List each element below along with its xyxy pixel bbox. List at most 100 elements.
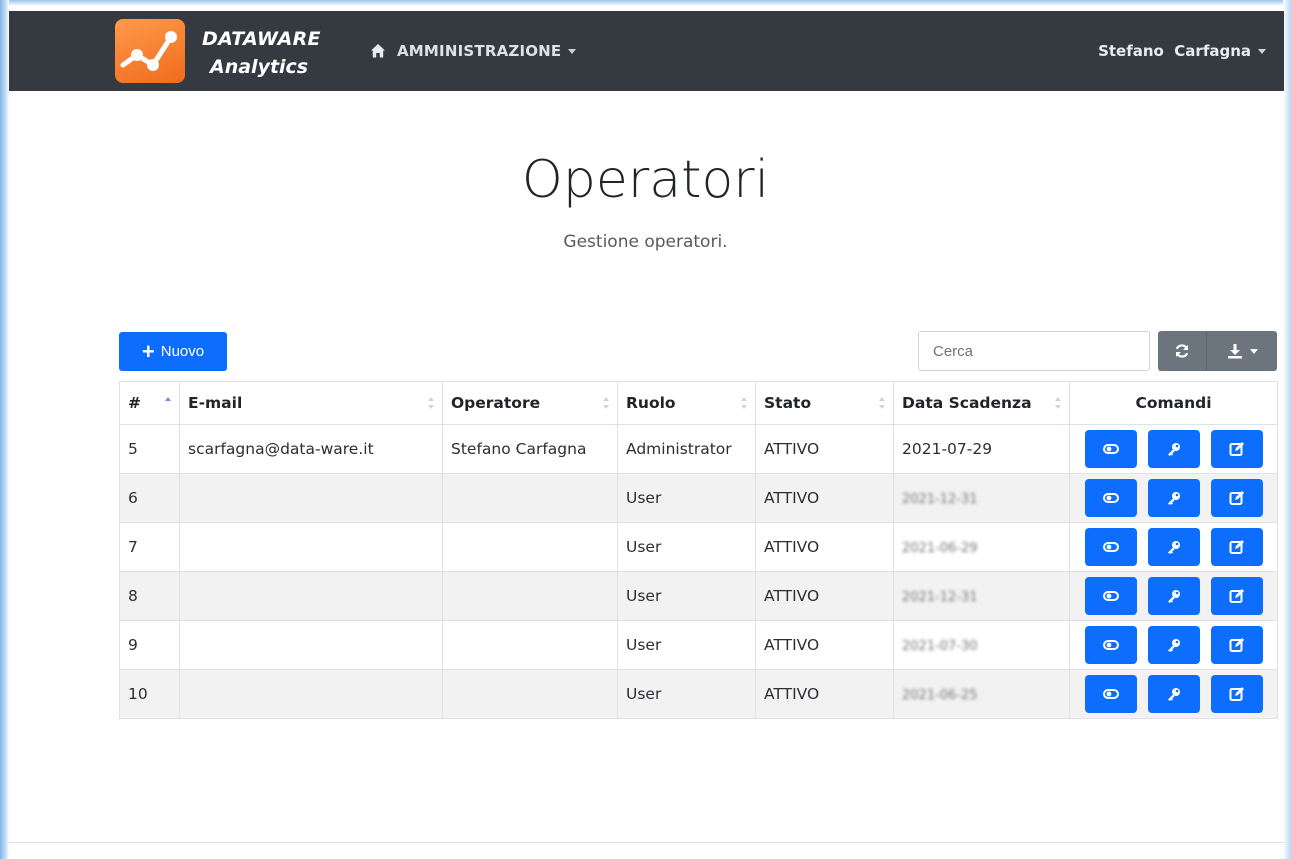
table-body: 5 scarfagna@data-ware.it Stefano Carfagna A… [119,424,1278,719]
key-icon [1166,539,1182,555]
footer-divider [9,842,1284,843]
cell-operator [442,473,618,523]
refresh-button[interactable] [1158,331,1207,371]
new-button-label: Nuovo [160,343,205,360]
cell-role: User [617,669,756,719]
column-header-operator[interactable]: Operatore [442,381,618,425]
window-edge-left [0,0,9,859]
expiry-date: 2021-06-29 [902,541,978,556]
edit-operator-button[interactable] [1210,479,1263,517]
expiry-date: 2021-06-25 [902,688,978,703]
column-header-commands: Comandi [1069,381,1278,425]
edit-operator-button[interactable] [1210,626,1263,664]
column-header-label: # [128,394,141,412]
user-menu[interactable]: Stefano Carfagna [1098,42,1266,60]
reset-password-button[interactable] [1147,430,1200,468]
edit-operator-button[interactable] [1210,675,1263,713]
page-subtitle: Gestione operatori. [563,232,728,252]
reset-password-button[interactable] [1147,577,1200,615]
cell-expiry: 2021-12-31 [893,473,1070,523]
table-row[interactable]: 10 User ATTIVO 2021-06-25 [119,669,1278,719]
edit-icon [1229,686,1245,702]
cell-expiry: 2021-06-25 [893,669,1070,719]
expiry-date: 2021-07-29 [902,440,993,458]
toggle-status-button[interactable] [1084,626,1137,664]
cell-id: 6 [119,473,180,523]
column-header-role[interactable]: Ruolo [617,381,756,425]
cell-role: User [617,473,756,523]
toggle-status-button[interactable] [1084,675,1137,713]
cell-expiry: 2021-07-30 [893,620,1070,670]
search-input[interactable] [918,331,1150,371]
cell-commands [1069,571,1278,621]
table-header-row: # E-mail Operatore Ruolo Stato Data Scad… [119,381,1278,425]
reset-password-button[interactable] [1147,479,1200,517]
home-icon[interactable] [370,43,386,59]
cell-role: User [617,522,756,572]
row-commands [1070,479,1277,517]
column-header-label: Stato [764,394,812,412]
edit-operator-button[interactable] [1210,430,1263,468]
edit-icon [1229,637,1245,653]
table-row[interactable]: 9 User ATTIVO 2021-07-30 [119,620,1278,670]
column-header-status[interactable]: Stato [755,381,894,425]
cell-operator [442,571,618,621]
column-header-expiry[interactable]: Data Scadenza [893,381,1070,425]
edit-icon [1229,588,1245,604]
toggle-icon [1102,686,1119,702]
cell-id: 9 [119,620,180,670]
key-icon [1166,490,1182,506]
cell-id: 10 [119,669,180,719]
toggle-icon [1102,441,1119,457]
cell-status: ATTIVO [755,424,894,474]
edit-operator-button[interactable] [1210,528,1263,566]
export-dropdown-button[interactable] [1207,331,1277,371]
refresh-icon [1175,344,1189,358]
cell-operator [442,522,618,572]
new-operator-button[interactable]: + Nuovo [119,332,227,371]
toggle-status-button[interactable] [1084,479,1137,517]
column-header-email[interactable]: E-mail [179,381,443,425]
administration-menu[interactable]: AMMINISTRAZIONE [397,42,577,60]
column-header-label: Operatore [451,394,541,412]
sort-asc-icon [165,397,171,401]
table-row[interactable]: 7 User ATTIVO 2021-06-29 [119,522,1278,572]
cell-role: Administrator [617,424,756,474]
key-icon [1166,441,1182,457]
administration-menu-label: AMMINISTRAZIONE [397,42,562,60]
cell-expiry: 2021-12-31 [893,571,1070,621]
cell-commands [1069,522,1278,572]
toggle-icon [1102,588,1119,604]
edit-operator-button[interactable] [1210,577,1263,615]
toggle-status-button[interactable] [1084,577,1137,615]
toggle-status-button[interactable] [1084,430,1137,468]
reset-password-button[interactable] [1147,626,1200,664]
reset-password-button[interactable] [1147,675,1200,713]
sort-icon [1055,397,1061,409]
sort-icon [428,397,434,409]
cell-status: ATTIVO [755,669,894,719]
row-commands [1070,528,1277,566]
table-row[interactable]: 5 scarfagna@data-ware.it Stefano Carfagna A… [119,424,1278,474]
toggle-icon [1102,539,1119,555]
cell-id: 7 [119,522,180,572]
table-row[interactable]: 6 User ATTIVO 2021-12-31 [119,473,1278,523]
reset-password-button[interactable] [1147,528,1200,566]
toggle-status-button[interactable] [1084,528,1137,566]
cell-operator: Stefano Carfagna [442,424,618,474]
cell-email [179,620,443,670]
logo-icon [115,19,185,83]
key-icon [1166,686,1182,702]
chevron-down-icon [1258,49,1266,54]
expiry-date: 2021-12-31 [902,590,978,605]
brand[interactable]: DATAWARE Analytics [115,19,345,85]
edit-icon [1229,539,1245,555]
table-row[interactable]: 8 User ATTIVO 2021-12-31 [119,571,1278,621]
cell-expiry: 2021-07-29 [893,424,1070,474]
toggle-icon [1102,637,1119,653]
column-header-id[interactable]: # [119,381,180,425]
row-commands [1070,577,1277,615]
key-icon [1166,637,1182,653]
download-icon [1227,344,1242,359]
cell-commands [1069,669,1278,719]
